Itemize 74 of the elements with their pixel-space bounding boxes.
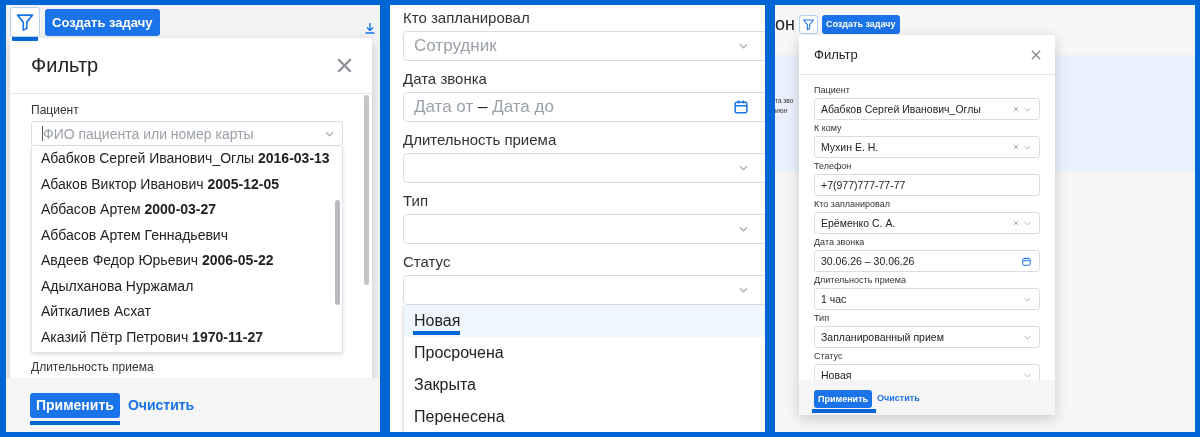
dropdown-option[interactable]: Абабков Сергей Иванович_Оглы 2016-03-13 [32,146,335,172]
scrollbar[interactable] [364,95,369,285]
field-label: Тип [814,313,830,324]
filter-icon [15,12,35,32]
dropdown-option[interactable]: Закрыта [404,369,765,401]
field-label: Длительность приема [814,275,907,286]
chevron-down-icon [1024,334,1031,340]
field-label: Дата звонка [403,70,488,87]
select-field[interactable]: Абабков Сергей Иванович_Оглы [814,98,1040,120]
apply-button[interactable]: Применить [814,389,873,408]
dropdown-option[interactable]: Перенесена [404,401,765,432]
select-field[interactable]: Ерёменко С. А. [814,212,1040,234]
text-cursor [42,126,43,141]
highlight-underline [413,331,460,335]
chevron-down-icon [739,165,748,171]
select-field[interactable]: Новая [814,364,1040,380]
filter-icon [801,17,815,31]
select-field[interactable] [403,153,765,183]
dropdown-option[interactable]: Аказий Пётр Петрович 1970-11-27 [32,324,335,350]
dropdown-option[interactable]: Новая [404,305,765,337]
date-field[interactable]: Дата от – Дата до [403,92,765,122]
field-label: Телефон [814,161,853,172]
field-label: Пациент [31,103,80,118]
create-task-button[interactable]: Создать задачу [821,14,900,34]
field-label: Статус [814,351,844,362]
date-field[interactable]: 30.06.26 – 30.06.26 [814,250,1040,272]
field-label: Дата звонка [814,237,866,248]
field-label: Длительность приема [31,360,155,375]
chevron-down-icon [739,43,748,49]
field-label: Кто запланировал [403,9,531,26]
clear-icon[interactable] [1013,144,1019,150]
chevron-down-icon [1024,144,1031,150]
modal-title: Фильтр [31,54,99,77]
modal-title: Фильтр [814,47,858,62]
dropdown-option[interactable]: Аббасов Артем Геннадьевич [32,222,335,248]
select-field[interactable] [403,214,765,244]
chevron-down-icon [1024,372,1031,378]
chevron-down-icon [1024,220,1031,226]
dropdown-option[interactable]: Просрочена [404,337,765,369]
clear-link[interactable]: Очистить [127,397,195,413]
create-task-button[interactable]: Создать задачу [45,8,160,36]
download-icon[interactable] [364,22,376,34]
select-field[interactable] [403,275,765,305]
apply-button[interactable]: Применить [30,392,120,418]
calendar-icon[interactable] [734,100,748,114]
calendar-icon[interactable] [1022,256,1031,266]
select-field[interactable]: Запланированный прием [814,326,1040,348]
chevron-down-icon [1024,296,1031,302]
field-label: Кто запланировал [814,199,891,210]
clear-link[interactable]: Очистить [877,392,920,403]
select-field[interactable]: Мухин Е. Н. [814,136,1040,158]
field-label: Тип [403,192,429,209]
clear-icon[interactable] [1013,220,1019,226]
close-icon[interactable] [337,58,352,73]
chevron-down-icon [325,130,334,137]
close-icon[interactable] [1031,49,1041,60]
chevron-down-icon [1024,106,1031,112]
dropdown-option[interactable]: Аббасов Артем 2000-03-27 [32,197,335,223]
field-label: Длительность приема [403,131,558,148]
select-field[interactable]: 1 час [814,288,1040,310]
field-label: Пациент [814,85,851,96]
clear-icon[interactable] [1013,106,1019,112]
chevron-down-icon [739,226,748,232]
input-field[interactable]: +7(977)777-77-77 [814,174,1040,196]
dropdown-option[interactable]: Абаков Виктор Иванович 2005-12-05 [32,171,335,197]
field-label: К кому [814,123,843,134]
dropdown-option[interactable]: Авдеев Федор Юрьевич 2006-05-22 [32,248,335,274]
page-heading: он [775,13,795,35]
dropdown-option[interactable]: Айткалиев Асхат [32,299,335,325]
chevron-down-icon [739,287,748,293]
scrollbar[interactable] [335,200,340,305]
field-label: Статус [403,253,452,270]
filter-button[interactable] [798,14,818,34]
dropdown-option[interactable]: Адылханова Нуржамал [32,273,335,299]
